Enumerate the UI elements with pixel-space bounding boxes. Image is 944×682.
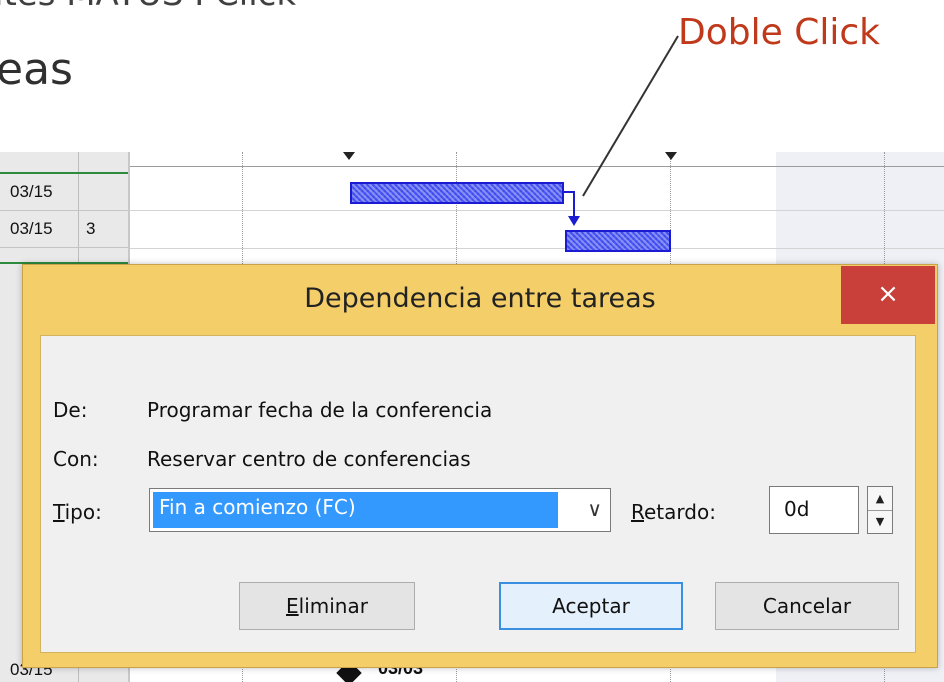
delete-label-rest: liminar (298, 594, 368, 618)
spin-up-icon[interactable]: ▲ (868, 487, 892, 511)
to-label: Con: (53, 447, 99, 471)
dependency-type-select[interactable]: Fin a comienzo (FC) ∨ (149, 488, 611, 532)
dialog-title: Dependencia entre tareas (304, 283, 656, 314)
lag-input[interactable]: 0d (769, 486, 859, 534)
type-label-accesskey: T (53, 500, 65, 524)
to-task-value: Reservar centro de conferencias (147, 447, 471, 471)
lag-label-rest: etardo: (644, 500, 716, 524)
annotation-label: Doble Click (678, 12, 880, 53)
from-task-value: Programar fecha de la conferencia (147, 398, 493, 422)
delete-accesskey: E (286, 594, 299, 618)
cancel-button[interactable]: Cancelar (715, 582, 899, 630)
from-label: De: (53, 398, 88, 422)
ok-button[interactable]: Aceptar (499, 582, 683, 630)
slide-heading-fragment: ites MATUS I Click (0, 0, 296, 14)
chevron-down-icon[interactable]: ∨ (587, 497, 602, 521)
spin-down-icon[interactable]: ▼ (868, 510, 892, 533)
dialog-body: De: Programar fecha de la conferencia Co… (40, 335, 916, 653)
lag-label-accesskey: R (631, 500, 644, 524)
slide-subheading-fragment: eas (0, 44, 73, 95)
task-dependency-dialog: Dependencia entre tareas × De: Programar… (22, 264, 938, 668)
lag-spinner[interactable]: ▲ ▼ (867, 486, 893, 534)
close-button[interactable]: × (841, 266, 935, 324)
lag-label: Retardo: (631, 500, 716, 524)
delete-button[interactable]: Eliminar (239, 582, 415, 630)
type-label: Tipo: (53, 500, 102, 524)
type-label-rest: ipo: (64, 500, 102, 524)
dependency-type-value: Fin a comienzo (FC) (153, 492, 558, 528)
